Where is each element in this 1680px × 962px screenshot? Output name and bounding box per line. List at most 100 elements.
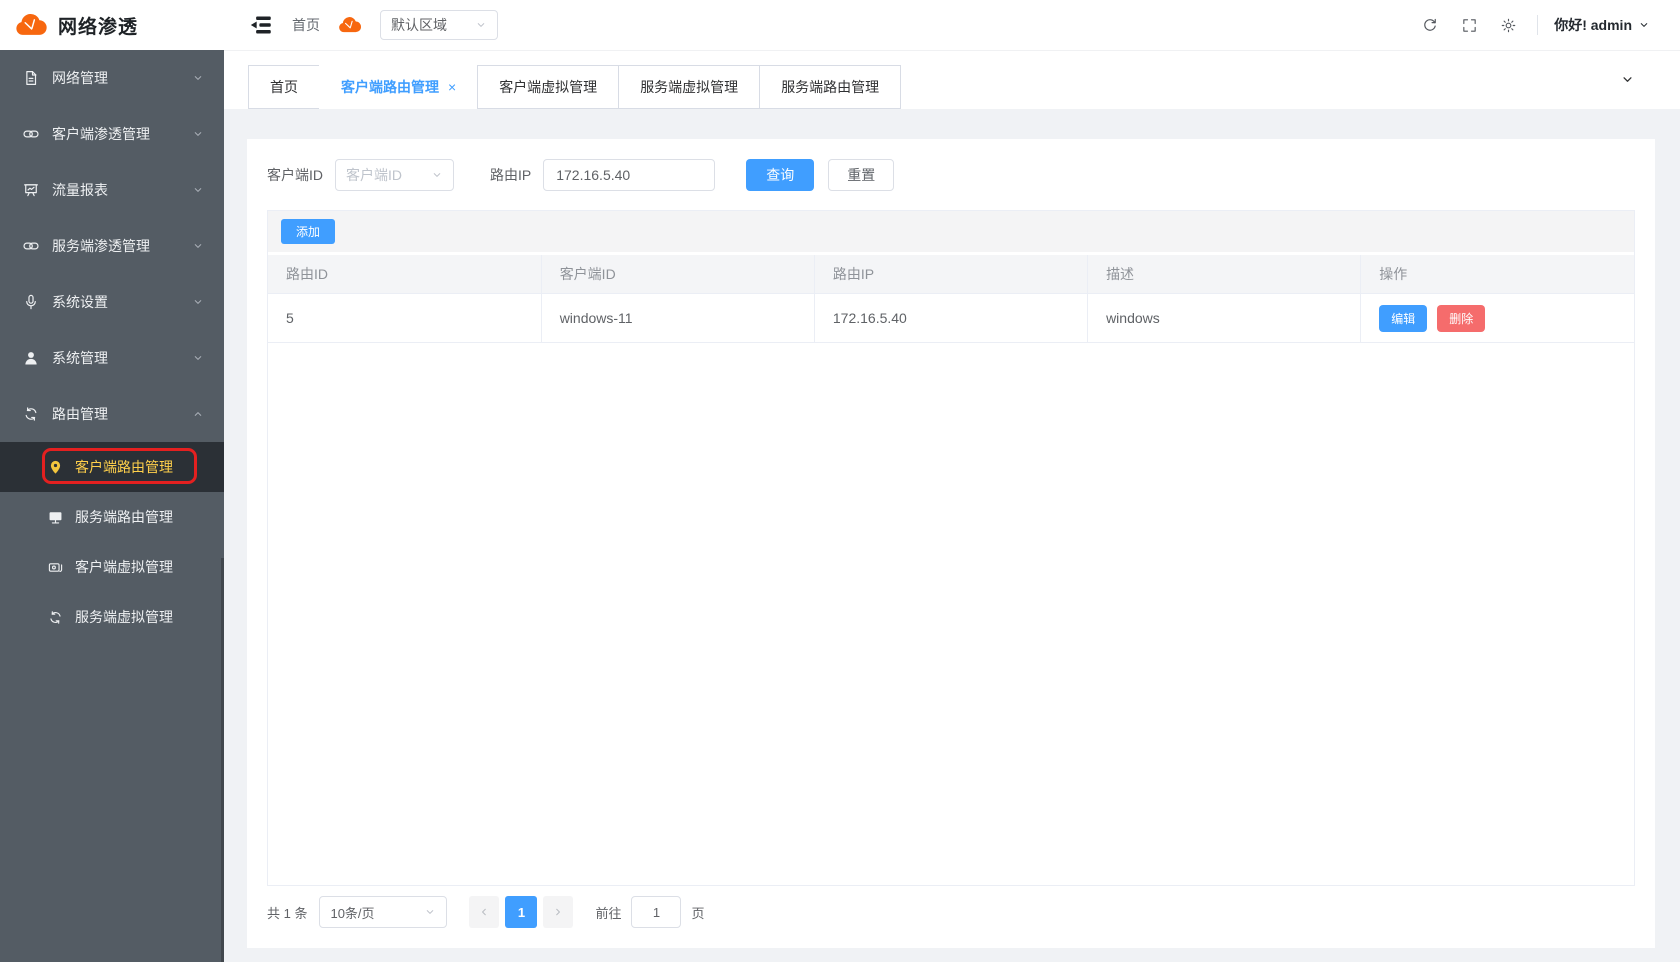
table-column-header: 路由IP: [814, 255, 1087, 294]
topbar: 首页 默认区域 你好! admin: [224, 0, 1680, 51]
delete-button[interactable]: 删除: [1437, 305, 1485, 332]
presentation-chart-icon: [22, 181, 40, 199]
sidebar-scrollbar[interactable]: [221, 558, 224, 962]
tab-0[interactable]: 首页: [248, 65, 320, 109]
pagination: 共 1 条 10条/页 1 前往 页: [267, 896, 1635, 928]
sidebar-subitem-1[interactable]: 服务端路由管理: [0, 492, 224, 542]
tab-label: 客户端路由管理: [341, 77, 439, 97]
table-column-header: 路由ID: [268, 255, 541, 294]
chevron-down-icon: [431, 169, 443, 181]
main-column: 首页 默认区域 你好! admin 首页客户端路由管理×客户端虚拟管理服务端虚拟…: [224, 0, 1680, 962]
prev-page-button[interactable]: [469, 896, 499, 928]
theme-toggle-button[interactable]: [1500, 17, 1517, 34]
sidebar-subitem-2[interactable]: 客户端虚拟管理: [0, 542, 224, 592]
sidebar-item-4[interactable]: 系统设置: [0, 274, 224, 330]
sidebar-item-label: 系统管理: [52, 348, 108, 368]
close-icon[interactable]: ×: [448, 80, 456, 94]
tab-label: 首页: [270, 77, 298, 97]
chevron-down-icon: [475, 19, 487, 31]
table-column-header: 描述: [1088, 255, 1361, 294]
sidebar-item-5[interactable]: 系统管理: [0, 330, 224, 386]
loop-icon: [47, 609, 64, 626]
loop-icon: [22, 405, 40, 423]
app-logo: 网络渗透: [0, 0, 224, 50]
table-body: 5 windows-11 172.16.5.40 windows 编辑删除: [268, 294, 1634, 343]
region-select[interactable]: 默认区域: [380, 10, 498, 40]
table-column-header: 操作: [1361, 255, 1634, 294]
search-button[interactable]: 查询: [746, 159, 814, 191]
cloud-region-icon-wrap: [336, 12, 362, 38]
table-container: 添加 路由ID客户端ID路由IP描述操作 5 windows-11 172.16…: [267, 210, 1635, 886]
sun-icon: [1500, 17, 1517, 34]
sidebar-subitem-0[interactable]: 客户端路由管理: [0, 442, 224, 492]
sidebar-item-3[interactable]: 服务端渗透管理: [0, 218, 224, 274]
table-header-row: 路由ID客户端ID路由IP描述操作: [268, 255, 1634, 294]
user-menu[interactable]: 你好! admin: [1554, 15, 1650, 35]
sidebar-item-label: 网络管理: [52, 68, 108, 88]
chevron-left-icon: [478, 906, 490, 918]
collapse-sidebar-button[interactable]: [248, 12, 274, 38]
chevron-down-icon: [1620, 72, 1635, 87]
chain-icon: [22, 237, 40, 255]
table-toolbar: 添加: [268, 211, 1634, 255]
cloud-icon: [12, 7, 48, 43]
chevron-down-icon: [192, 240, 204, 252]
sidebar-item-0[interactable]: 网络管理: [0, 50, 224, 106]
tab-4[interactable]: 服务端路由管理: [759, 65, 901, 109]
chevron-down-icon: [192, 296, 204, 308]
fullscreen-icon: [1461, 17, 1478, 34]
tab-bar: 首页 客户端路由管理 × 客户端虚拟管理服务端虚拟管理服务端路由管理: [224, 51, 1680, 109]
page-unit-label: 页: [691, 903, 704, 922]
page-size-value: 10条/页: [330, 903, 374, 922]
tab-1[interactable]: 客户端路由管理 ×: [319, 65, 478, 109]
refresh-button[interactable]: [1421, 16, 1439, 34]
cell-route-id: 5: [268, 294, 541, 343]
next-page-button[interactable]: [543, 896, 573, 928]
app-root: 网络渗透 网络管理客户端渗透管理流量报表服务端渗透管理系统设置系统管理路由管理客…: [0, 0, 1680, 962]
tabs-dropdown-button[interactable]: [1620, 72, 1635, 87]
breadcrumb[interactable]: 首页: [292, 15, 320, 35]
goto-label: 前往: [595, 903, 621, 922]
cell-client-id: windows-11: [541, 294, 814, 343]
chevron-down-icon: [192, 72, 204, 84]
chevron-down-icon: [424, 906, 436, 918]
page-size-select[interactable]: 10条/页: [319, 896, 447, 928]
hamburger-collapse-icon: [248, 12, 274, 38]
edit-button[interactable]: 编辑: [1379, 305, 1427, 332]
sidebar-item-label: 路由管理: [52, 404, 108, 424]
sidebar-subitem-3[interactable]: 服务端虚拟管理: [0, 592, 224, 642]
fullscreen-button[interactable]: [1461, 17, 1478, 34]
route-ip-input[interactable]: [543, 159, 715, 191]
add-button[interactable]: 添加: [281, 219, 335, 244]
page-number-button[interactable]: 1: [505, 896, 537, 928]
tab-3[interactable]: 服务端虚拟管理: [618, 65, 760, 109]
cell-actions: 编辑删除: [1361, 294, 1634, 343]
table-row: 5 windows-11 172.16.5.40 windows 编辑删除: [268, 294, 1634, 343]
sidebar-item-2[interactable]: 流量报表: [0, 162, 224, 218]
chevron-up-icon: [192, 408, 204, 420]
table-column-header: 客户端ID: [541, 255, 814, 294]
sidebar-item-6[interactable]: 路由管理: [0, 386, 224, 442]
client-id-select-placeholder: 客户端ID: [346, 165, 402, 185]
sidebar-subitem-label: 服务端虚拟管理: [75, 607, 173, 627]
main-content: 客户端ID 客户端ID 路由IP 查询 重置 添加 路由ID客户端ID路: [224, 109, 1680, 962]
reset-button[interactable]: 重置: [828, 159, 894, 191]
sidebar: 网络渗透 网络管理客户端渗透管理流量报表服务端渗透管理系统设置系统管理路由管理客…: [0, 0, 224, 962]
sidebar-subitem-label: 服务端路由管理: [75, 507, 173, 527]
sidebar-item-1[interactable]: 客户端渗透管理: [0, 106, 224, 162]
app-title: 网络渗透: [58, 12, 138, 39]
client-id-label: 客户端ID: [267, 165, 323, 185]
chevron-right-icon: [552, 906, 564, 918]
chevron-down-icon: [192, 352, 204, 364]
tab-2[interactable]: 客户端虚拟管理: [477, 65, 619, 109]
goto-page-input[interactable]: [631, 896, 681, 928]
cell-description: windows: [1088, 294, 1361, 343]
routes-table: 路由ID客户端ID路由IP描述操作 5 windows-11 172.16.5.…: [268, 255, 1634, 343]
user-icon: [22, 349, 40, 367]
client-id-select[interactable]: 客户端ID: [335, 159, 454, 191]
sidebar-subitem-label: 客户端虚拟管理: [75, 557, 173, 577]
pagination-total: 共 1 条: [267, 903, 307, 922]
sidebar-menu: 网络管理客户端渗透管理流量报表服务端渗透管理系统设置系统管理路由管理客户端路由管…: [0, 50, 224, 962]
chain-icon: [22, 125, 40, 143]
sidebar-item-label: 流量报表: [52, 180, 108, 200]
